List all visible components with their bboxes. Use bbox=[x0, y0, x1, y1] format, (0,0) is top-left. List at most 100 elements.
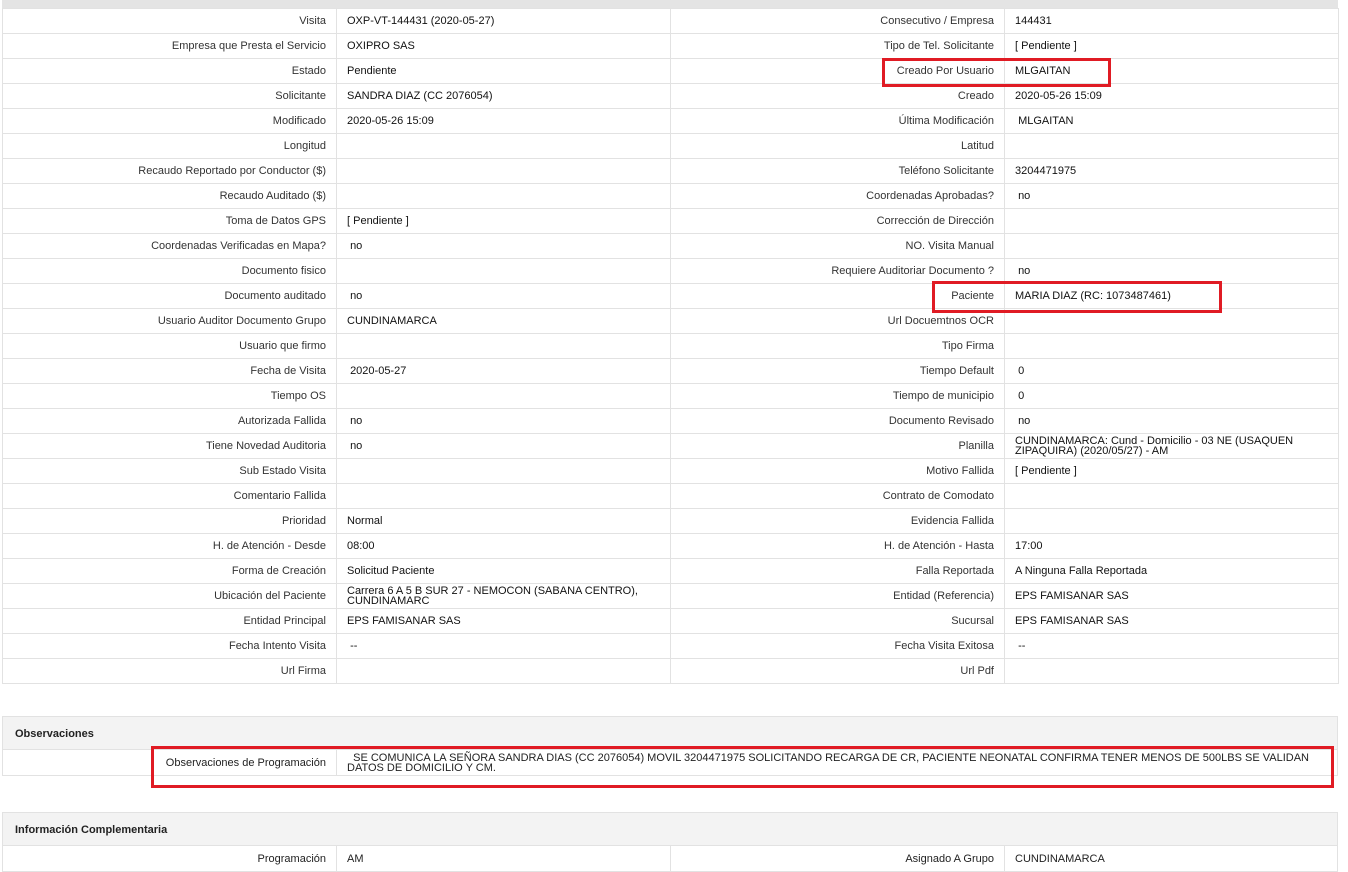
top-border-bar bbox=[2, 0, 1338, 8]
table-row: Fecha de Visita 2020-05-27 Tiempo Default… bbox=[2, 358, 1339, 384]
field-value bbox=[1004, 233, 1339, 259]
field-label: Documento fisico bbox=[2, 258, 337, 284]
table-row: Usuario Auditor Documento Grupo CUNDINAMA… bbox=[2, 308, 1339, 334]
asignado-grupo-label: Asignado A Grupo bbox=[671, 846, 1005, 871]
observaciones-section: Observaciones Observaciones de Programac… bbox=[2, 716, 1338, 776]
field-label: Tipo de Tel. Solicitante bbox=[670, 33, 1005, 59]
field-value: no bbox=[336, 433, 671, 459]
table-row: Solicitante SANDRA DIAZ (CC 2076054) Cread… bbox=[2, 83, 1339, 109]
field-label: Planilla bbox=[670, 433, 1005, 459]
field-label: Tipo Firma bbox=[670, 333, 1005, 359]
field-label: Creado bbox=[670, 83, 1005, 109]
complementaria-header: Información Complementaria bbox=[2, 812, 1338, 846]
field-label: H. de Atención - Hasta bbox=[670, 533, 1005, 559]
field-value: A Ninguna Falla Reportada bbox=[1004, 558, 1339, 584]
table-row: Entidad Principal EPS FAMISANAR SAS Sucurs… bbox=[2, 608, 1339, 634]
field-value: no bbox=[1004, 258, 1339, 284]
field-label: Última Modificación bbox=[670, 108, 1005, 134]
table-row: Usuario que firmo Tipo Firma bbox=[2, 333, 1339, 359]
field-label: Requiere Auditoriar Documento ? bbox=[670, 258, 1005, 284]
field-value: no bbox=[1004, 408, 1339, 434]
field-value: 144431 bbox=[1004, 8, 1339, 34]
field-value: Normal bbox=[336, 508, 671, 534]
field-label: Longitud bbox=[2, 133, 337, 159]
table-row: Documento auditado no Paciente MARIA DIAZ … bbox=[2, 283, 1339, 309]
field-value: Pendiente bbox=[336, 58, 671, 84]
field-value: SANDRA DIAZ (CC 2076054) bbox=[336, 83, 671, 109]
field-value: EPS FAMISANAR SAS bbox=[1004, 608, 1339, 634]
table-row: H. de Atención - Desde 08:00 H. de Atenció… bbox=[2, 533, 1339, 559]
table-row: Recaudo Auditado ($) Coordenadas Aprobada… bbox=[2, 183, 1339, 209]
table-row: Modificado 2020-05-26 15:09 Última Modific… bbox=[2, 108, 1339, 134]
field-label: Empresa que Presta el Servicio bbox=[2, 33, 337, 59]
field-value bbox=[1004, 658, 1339, 684]
asignado-grupo-value: CUNDINAMARCA bbox=[1015, 852, 1105, 865]
field-value: 0 bbox=[1004, 383, 1339, 409]
field-value: Carrera 6 A 5 B SUR 27 - NEMOCON (SABANA… bbox=[336, 583, 671, 609]
observaciones-value: SE COMUNICA LA SEÑORA SANDRA DIAS (CC 20… bbox=[347, 751, 1313, 774]
field-value bbox=[1004, 333, 1339, 359]
field-value: 0 bbox=[1004, 358, 1339, 384]
field-value bbox=[336, 458, 671, 484]
field-label: Coordenadas Aprobadas? bbox=[670, 183, 1005, 209]
field-label: Fecha Visita Exitosa bbox=[670, 633, 1005, 659]
field-label: Estado bbox=[2, 58, 337, 84]
visit-details-table: Visita OXP-VT-144431 (2020-05-27) Consecut… bbox=[2, 8, 1339, 684]
field-label: Contrato de Comodato bbox=[670, 483, 1005, 509]
table-row: Fecha Intento Visita -- Fecha Visita Exit… bbox=[2, 633, 1339, 659]
field-value: EPS FAMISANAR SAS bbox=[336, 608, 671, 634]
field-value bbox=[1004, 508, 1339, 534]
field-label: H. de Atención - Desde bbox=[2, 533, 337, 559]
complementaria-section: Información Complementaria Programación … bbox=[2, 812, 1338, 872]
field-label: Url Docuemtnos OCR bbox=[670, 308, 1005, 334]
field-value: 2020-05-26 15:09 bbox=[1004, 83, 1339, 109]
field-label: Consecutivo / Empresa bbox=[670, 8, 1005, 34]
field-label: Documento auditado bbox=[2, 283, 337, 309]
field-label: Sucursal bbox=[670, 608, 1005, 634]
field-value: -- bbox=[336, 633, 671, 659]
table-row: Toma de Datos GPS[ Pendiente ] Corrección… bbox=[2, 208, 1339, 234]
field-value: no bbox=[336, 283, 671, 309]
field-value: OXP-VT-144431 (2020-05-27) bbox=[336, 8, 671, 34]
field-value: [ Pendiente ] bbox=[336, 208, 671, 234]
field-label: Autorizada Fallida bbox=[2, 408, 337, 434]
observaciones-header: Observaciones bbox=[2, 716, 1338, 750]
field-label: Teléfono Solicitante bbox=[670, 158, 1005, 184]
field-value: 17:00 bbox=[1004, 533, 1339, 559]
field-label: Fecha Intento Visita bbox=[2, 633, 337, 659]
field-value bbox=[336, 483, 671, 509]
field-value: OXIPRO SAS bbox=[336, 33, 671, 59]
field-value: no bbox=[336, 233, 671, 259]
field-label: Prioridad bbox=[2, 508, 337, 534]
table-row: Comentario Fallida Contrato de Comodato bbox=[2, 483, 1339, 509]
table-row: Url Firma Url Pdf bbox=[2, 658, 1339, 684]
field-value: [ Pendiente ] bbox=[1004, 33, 1339, 59]
programacion-label: Programación bbox=[3, 846, 337, 871]
field-label: Entidad (Referencia) bbox=[670, 583, 1005, 609]
field-value: [ Pendiente ] bbox=[1004, 458, 1339, 484]
field-value: MLGAITAN bbox=[1004, 108, 1339, 134]
table-row: Tiene Novedad Auditoria no Planilla CUNDIN… bbox=[2, 433, 1339, 459]
field-label: Ubicación del Paciente bbox=[2, 583, 337, 609]
table-row: Recaudo Reportado por Conductor ($) Teléf… bbox=[2, 158, 1339, 184]
field-label: Tiempo Default bbox=[670, 358, 1005, 384]
field-label: Motivo Fallida bbox=[670, 458, 1005, 484]
complementaria-row: Programación AM Asignado A Grupo CUNDINA… bbox=[2, 846, 1338, 872]
field-label: Toma de Datos GPS bbox=[2, 208, 337, 234]
field-label: Falla Reportada bbox=[670, 558, 1005, 584]
table-row: Ubicación del Paciente Carrera 6 A 5 B SU… bbox=[2, 583, 1339, 609]
field-label: Coordenadas Verificadas en Mapa? bbox=[2, 233, 337, 259]
field-label: Usuario que firmo bbox=[2, 333, 337, 359]
field-value bbox=[336, 658, 671, 684]
field-label: Tiempo OS bbox=[2, 383, 337, 409]
field-value bbox=[336, 383, 671, 409]
field-value: no bbox=[336, 408, 671, 434]
observaciones-row: Observaciones de Programación SE COMUNIC… bbox=[2, 750, 1338, 776]
field-label: Solicitante bbox=[2, 83, 337, 109]
field-label: Tiene Novedad Auditoria bbox=[2, 433, 337, 459]
table-row: Visita OXP-VT-144431 (2020-05-27) Consecut… bbox=[2, 8, 1339, 34]
field-value: no bbox=[1004, 183, 1339, 209]
field-value: EPS FAMISANAR SAS bbox=[1004, 583, 1339, 609]
field-label: Evidencia Fallida bbox=[670, 508, 1005, 534]
field-label: Url Firma bbox=[2, 658, 337, 684]
